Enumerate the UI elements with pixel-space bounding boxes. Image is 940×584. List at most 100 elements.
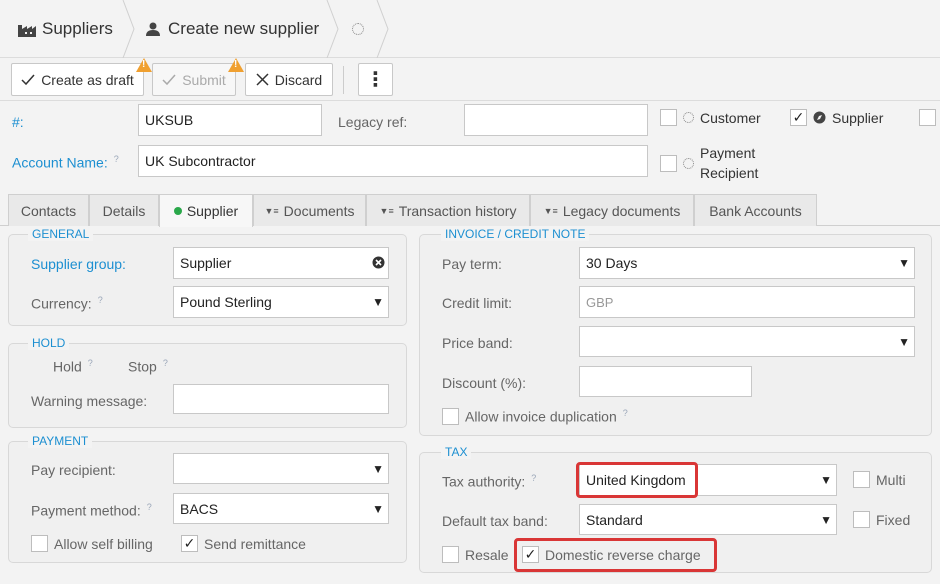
- fixed-label: Fixed: [876, 511, 911, 528]
- loading-spinner-icon: [683, 112, 694, 123]
- tab-supplier-label: Supplier: [186, 203, 239, 219]
- send-remittance-label: Send remittance: [204, 535, 306, 552]
- tax-authority-label-text: Tax authority:: [442, 473, 526, 490]
- help-icon[interactable]: ?: [163, 358, 168, 368]
- resale-toggle[interactable]: Resale: [442, 546, 509, 563]
- warning-icon: [228, 58, 244, 72]
- tab-details[interactable]: Details: [89, 194, 159, 226]
- payment-recipient-line1: Payment: [700, 145, 756, 161]
- supplier-label: Supplier: [832, 109, 884, 126]
- extra-role-checkbox[interactable]: [919, 109, 936, 126]
- customer-label: Customer: [700, 109, 761, 126]
- dropdown-arrow-icon: ▼: [898, 334, 910, 349]
- tab-supplier[interactable]: Supplier: [159, 194, 253, 227]
- default-tax-band-select[interactable]: Standard ▼: [579, 504, 837, 535]
- tab-bank-accounts[interactable]: Bank Accounts: [694, 194, 817, 226]
- tab-legacy-documents[interactable]: ▼≡ Legacy documents: [530, 194, 694, 226]
- help-icon[interactable]: ?: [88, 358, 93, 368]
- stop-label-text: Stop: [128, 358, 157, 375]
- domestic-reverse-charge-toggle[interactable]: Domestic reverse charge: [522, 546, 701, 563]
- self-billing-toggle[interactable]: Allow self billing: [31, 535, 153, 552]
- customer-checkbox[interactable]: [660, 109, 677, 126]
- help-icon[interactable]: ?: [623, 408, 628, 418]
- pay-recipient-select[interactable]: ▼: [173, 453, 389, 484]
- send-remittance-toggle[interactable]: Send remittance: [181, 535, 306, 552]
- discard-label: Discard: [274, 71, 323, 88]
- account-name-input[interactable]: UK Subcontractor: [138, 145, 648, 177]
- multi-checkbox[interactable]: [853, 471, 870, 488]
- self-billing-checkbox[interactable]: [31, 535, 48, 552]
- warning-icon: [136, 58, 152, 72]
- invoice-duplication-toggle[interactable]: Allow invoice duplication?: [442, 408, 628, 425]
- tax-title: TAX: [441, 445, 472, 459]
- factory-icon: [18, 25, 36, 37]
- submit-button[interactable]: Submit: [152, 58, 244, 96]
- payment-title: PAYMENT: [28, 434, 93, 448]
- multi-toggle[interactable]: Multi: [853, 471, 906, 488]
- tab-transaction-history[interactable]: ▼≡ Transaction history: [366, 194, 530, 226]
- payment-recipient-checkbox[interactable]: [660, 154, 677, 172]
- payment-method-select[interactable]: BACS ▼: [173, 493, 389, 524]
- pay-term-label: Pay term:: [442, 256, 502, 272]
- breadcrumb-loading: [352, 0, 364, 58]
- help-icon[interactable]: ?: [531, 473, 536, 483]
- payment-recipient-toggle[interactable]: Payment Recipient: [660, 143, 758, 183]
- hold-label-text: Hold: [53, 358, 82, 375]
- legacy-ref-label: Legacy ref:: [338, 114, 408, 130]
- supplier-group-value: Supplier: [180, 255, 232, 271]
- pay-term-select[interactable]: 30 Days ▼: [579, 247, 915, 279]
- breadcrumb-item-suppliers[interactable]: Suppliers: [18, 0, 113, 58]
- breadcrumb-suppliers-label: Suppliers: [42, 19, 113, 38]
- account-name-label-text: Account Name:: [12, 154, 108, 171]
- discount-label: Discount (%):: [442, 375, 527, 391]
- breadcrumb-separator: [122, 0, 135, 58]
- price-band-select[interactable]: ▼: [579, 326, 915, 357]
- currency-select[interactable]: Pound Sterling ▼: [173, 286, 389, 318]
- number-input[interactable]: UKSUB: [138, 104, 322, 136]
- supplier-group-input[interactable]: Supplier: [173, 247, 389, 279]
- currency-label-text: Currency:: [31, 295, 92, 312]
- help-icon[interactable]: ?: [147, 502, 152, 512]
- account-name-label: Account Name:?: [12, 154, 119, 171]
- default-tax-band-value: Standard: [586, 511, 643, 528]
- default-tax-band-label: Default tax band:: [442, 513, 548, 529]
- customer-toggle[interactable]: Customer: [660, 109, 761, 126]
- domestic-reverse-charge-label: Domestic reverse charge: [545, 546, 701, 563]
- breadcrumb-separator: [376, 0, 389, 58]
- pay-term-value: 30 Days: [586, 255, 638, 271]
- warning-message-input[interactable]: [173, 384, 389, 414]
- resale-checkbox[interactable]: [442, 546, 459, 563]
- legacy-ref-input[interactable]: [464, 104, 648, 136]
- currency-value: Pound Sterling: [180, 294, 272, 310]
- create-draft-button[interactable]: Create as draft: [11, 58, 152, 96]
- fixed-checkbox[interactable]: [853, 511, 870, 528]
- discard-button[interactable]: Discard: [245, 63, 333, 96]
- check-icon: [21, 74, 35, 85]
- discount-input[interactable]: [579, 366, 752, 397]
- supplier-toggle[interactable]: Supplier: [790, 109, 883, 126]
- credit-limit-input[interactable]: GBP: [579, 286, 915, 318]
- more-options-button[interactable]: ⋮: [358, 63, 393, 96]
- send-remittance-checkbox[interactable]: [181, 535, 198, 552]
- domestic-reverse-charge-checkbox[interactable]: [522, 546, 539, 563]
- help-icon[interactable]: ?: [114, 154, 119, 164]
- clear-circle-icon[interactable]: [372, 256, 385, 269]
- tab-contacts[interactable]: Contacts: [8, 194, 89, 226]
- close-icon: [256, 73, 269, 86]
- dropdown-arrow-icon: ▼: [372, 501, 384, 516]
- invoice-title: INVOICE / CREDIT NOTE: [441, 227, 590, 241]
- tab-documents[interactable]: ▼≡ Documents: [253, 194, 366, 226]
- invoice-duplication-checkbox[interactable]: [442, 408, 459, 425]
- tab-documents-label: Documents: [283, 202, 355, 219]
- documents-icon: ▼≡: [543, 205, 558, 216]
- tab-legacy-documents-label: Legacy documents: [562, 202, 681, 219]
- help-icon[interactable]: ?: [98, 295, 103, 305]
- breadcrumb-item-create[interactable]: Create new supplier: [146, 0, 319, 58]
- user-icon: [146, 22, 160, 36]
- more-vertical-icon: ⋮: [365, 69, 386, 91]
- fixed-toggle[interactable]: Fixed: [853, 511, 910, 528]
- dropdown-arrow-icon: ▼: [820, 473, 832, 487]
- credit-limit-currency: GBP: [586, 294, 614, 310]
- multi-label: Multi: [876, 471, 906, 488]
- supplier-checkbox[interactable]: [790, 109, 807, 126]
